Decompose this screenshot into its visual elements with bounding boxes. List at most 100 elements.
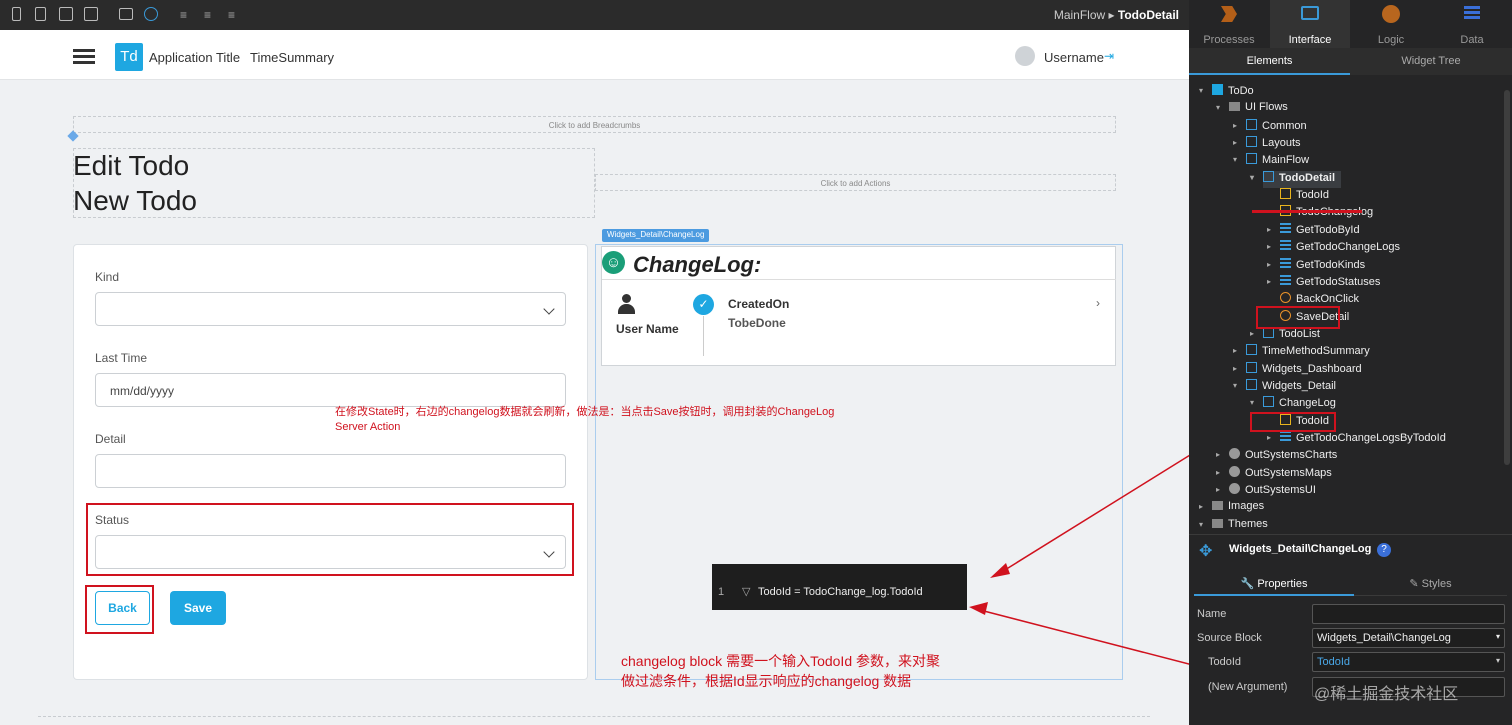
subtabs: Elements Widget Tree xyxy=(1189,48,1512,75)
tree-item-label: TodoDetail xyxy=(1279,171,1336,184)
expand-right-icon[interactable]: ▸ xyxy=(1233,121,1237,130)
tree-item-todolist[interactable]: ▸ TodoList xyxy=(1250,326,1320,344)
tree-item-todoid[interactable]: TodoId xyxy=(1280,188,1329,205)
tree-item-label: UI Flows xyxy=(1245,101,1288,114)
agg-icon xyxy=(1280,222,1291,234)
block-icon xyxy=(1263,396,1274,408)
tree-item-todochangelog[interactable]: TodoChangelog xyxy=(1280,205,1373,222)
tree-item-label: Widgets_Dashboard xyxy=(1262,362,1362,375)
expand-right-icon[interactable]: ▸ xyxy=(1267,433,1271,442)
todoid-highlight-box xyxy=(1250,412,1336,432)
module-icon xyxy=(1229,465,1240,477)
expand-right-icon[interactable]: ▸ xyxy=(1267,242,1271,251)
tab-logic[interactable]: Logic xyxy=(1351,0,1431,48)
expand-right-icon[interactable]: ▸ xyxy=(1233,346,1237,355)
module-icon xyxy=(1229,483,1240,495)
tree-item-widgets-detail[interactable]: ▾ Widgets_Detail xyxy=(1233,378,1336,396)
tab-styles[interactable]: ✎ Styles xyxy=(1354,572,1507,596)
tree-item-layouts[interactable]: ▸ Layouts xyxy=(1233,136,1301,153)
tree-item-todo[interactable]: ▾ ToDo xyxy=(1199,84,1254,101)
tree-item-label: Common xyxy=(1262,119,1307,132)
arrow-head-todoid xyxy=(969,602,988,615)
tree-item-timemethodsummary[interactable]: ▸ TimeMethodSummary xyxy=(1233,344,1370,361)
expand-down-icon[interactable]: ▾ xyxy=(1233,155,1237,164)
tree-item-label: ToDo xyxy=(1228,85,1254,97)
expand-down-icon[interactable]: ▾ xyxy=(1233,381,1237,390)
tree-item-outsystemscharts[interactable]: ▸ OutSystemsCharts xyxy=(1216,448,1337,465)
brush-icon: ✎ xyxy=(1409,578,1419,590)
tree-item-mainflow[interactable]: ▾ MainFlow xyxy=(1233,153,1310,170)
prop-todoid-input[interactable]: TodoId ▾ xyxy=(1312,652,1505,672)
expand-down-icon[interactable]: ▾ xyxy=(1250,173,1254,182)
prop-source-select[interactable]: Widgets_Detail\ChangeLog ▾ xyxy=(1312,628,1505,648)
action-icon xyxy=(1280,292,1291,304)
strikethrough-mark xyxy=(1252,210,1362,213)
flow-icon xyxy=(1246,344,1257,356)
expand-down-icon[interactable]: ▾ xyxy=(1250,398,1254,407)
agg-icon xyxy=(1280,274,1291,286)
flow-icon xyxy=(1246,361,1257,373)
prop-name-label: Name xyxy=(1197,608,1227,620)
expand-right-icon[interactable]: ▸ xyxy=(1233,138,1237,147)
tab-interface[interactable]: Interface xyxy=(1270,0,1350,48)
expand-right-icon[interactable]: ▸ xyxy=(1267,260,1271,269)
selected-element-title: Widgets_Detail\ChangeLog xyxy=(1229,543,1372,555)
tree-item-gettodokinds[interactable]: ▸ GetTodoKinds xyxy=(1267,257,1365,275)
help-icon[interactable]: ? xyxy=(1377,543,1391,557)
tree-item-tododetail[interactable]: ▾ TodoDetail xyxy=(1250,170,1342,188)
tab-processes-label: Processes xyxy=(1203,34,1255,46)
tree-item-ui-flows[interactable]: ▾ UI Flows xyxy=(1216,101,1288,118)
tree-item-outsystemsmaps[interactable]: ▸ OutSystemsMaps xyxy=(1216,465,1332,483)
tab-data-label: Data xyxy=(1460,34,1484,46)
tree-item-outsystemsui[interactable]: ▸ OutSystemsUI xyxy=(1216,483,1316,500)
tree-item-label: Images xyxy=(1228,500,1265,513)
tree-item-label: MainFlow xyxy=(1262,154,1310,167)
prop-source-label: Source Block xyxy=(1197,632,1262,644)
tree-item-gettodobyid[interactable]: ▸ GetTodoById xyxy=(1267,222,1360,240)
root-icon xyxy=(1212,84,1223,95)
tab-properties[interactable]: 🔧 Properties xyxy=(1194,572,1354,596)
subtab-elements[interactable]: Elements xyxy=(1189,48,1350,75)
dropdown-icon: ▾ xyxy=(1495,632,1500,641)
expand-right-icon[interactable]: ▸ xyxy=(1267,277,1271,286)
tree-item-label: ChangeLog xyxy=(1279,397,1336,410)
tab-properties-label: Properties xyxy=(1257,578,1308,590)
tree-item-label: GetTodoChangeLogsByTodoId xyxy=(1296,432,1446,444)
savedetail-highlight-box xyxy=(1256,306,1340,329)
tree-item-common[interactable]: ▸ Common xyxy=(1233,118,1307,136)
tree-item-themes[interactable]: ▾ Themes xyxy=(1199,517,1268,535)
tab-data[interactable]: Data xyxy=(1432,0,1512,48)
expand-right-icon[interactable]: ▸ xyxy=(1216,450,1220,459)
prop-source-value: Widgets_Detail\ChangeLog xyxy=(1317,632,1451,644)
tab-processes[interactable]: Processes xyxy=(1189,0,1269,48)
prop-todoid-label: TodoId xyxy=(1208,656,1242,668)
expand-right-icon[interactable]: ▸ xyxy=(1233,364,1237,373)
arrow-from-todoid-prop xyxy=(979,609,1213,671)
interface-icon xyxy=(1301,6,1319,20)
tree-item-gettodochangelogsbytodoid[interactable]: ▸ GetTodoChangeLogsByTodoId xyxy=(1267,431,1446,448)
tree-item-images[interactable]: ▸ Images xyxy=(1199,500,1265,517)
tab-interface-label: Interface xyxy=(1288,34,1332,46)
tree-item-label: TimeMethodSummary xyxy=(1262,345,1370,358)
expand-down-icon[interactable]: ▾ xyxy=(1199,520,1203,529)
expand-right-icon[interactable]: ▸ xyxy=(1199,502,1203,511)
tree-item-gettodochangelogs[interactable]: ▸ GetTodoChangeLogs xyxy=(1267,240,1400,257)
expand-right-icon[interactable]: ▸ xyxy=(1216,485,1220,494)
tree-scrollbar[interactable] xyxy=(1504,90,1510,465)
agg-icon xyxy=(1280,257,1291,269)
flow-icon xyxy=(1246,153,1257,165)
expand-down-icon[interactable]: ▾ xyxy=(1216,103,1220,112)
expand-right-icon[interactable]: ▸ xyxy=(1267,225,1271,234)
subtab-widget-tree[interactable]: Widget Tree xyxy=(1350,48,1512,75)
tree-item-widgets-dashboard[interactable]: ▸ Widgets_Dashboard xyxy=(1233,361,1362,379)
watermark: @稀土掘金技术社区 xyxy=(1314,686,1459,703)
expand-right-icon[interactable]: ▸ xyxy=(1216,468,1220,477)
tree-item-gettodostatuses[interactable]: ▸ GetTodoStatuses xyxy=(1267,274,1380,292)
dropdown-icon: ▾ xyxy=(1495,656,1500,665)
folder-icon xyxy=(1212,501,1223,511)
expand-down-icon[interactable]: ▾ xyxy=(1199,86,1203,95)
tree-item-label: Themes xyxy=(1228,517,1268,530)
prop-name-input[interactable] xyxy=(1312,604,1505,624)
tree-item-changelog[interactable]: ▾ ChangeLog xyxy=(1250,396,1336,413)
expand-right-icon[interactable]: ▸ xyxy=(1250,329,1254,338)
